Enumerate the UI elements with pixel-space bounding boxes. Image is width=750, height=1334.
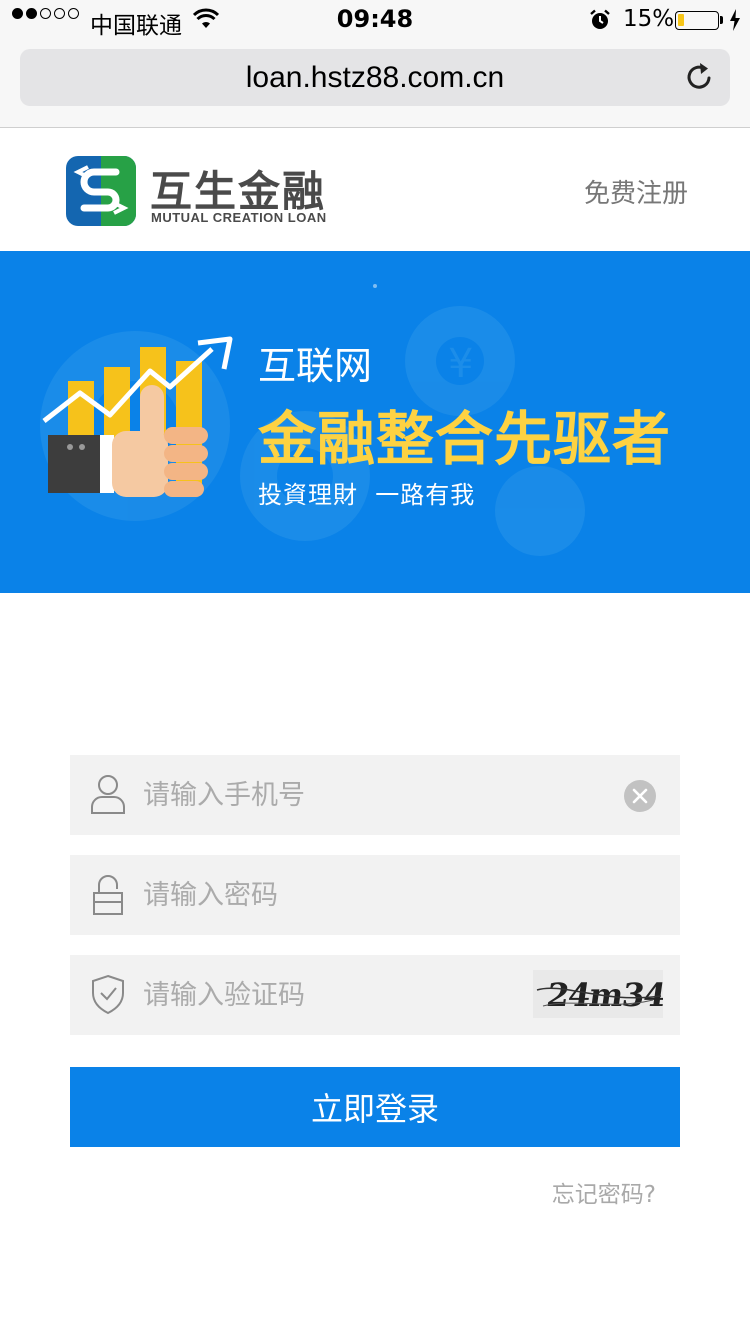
free-register-link[interactable]: 免费注册 [584,173,688,210]
lock-icon [90,873,126,921]
banner-headline: 金融整合先驱者 [258,405,672,473]
battery-tip [720,16,723,24]
brand-name-en: MUTUAL CREATION LOAN [151,210,327,225]
battery-icon [675,11,719,30]
url-text[interactable]: loan.hstz88.com.cn [20,61,730,95]
brand-logo-icon[interactable] [64,154,138,232]
captcha-image[interactable]: 24m34 [533,970,663,1018]
shield-icon [90,973,126,1019]
captcha-field: 24m34 [70,955,680,1035]
charging-bolt-icon [729,9,741,37]
banner-tagline: 投資理財 一路有我 [258,481,476,509]
password-field [70,855,680,935]
status-bar: 中国联通 09:48 15% [0,0,750,40]
forgot-password-link[interactable]: 忘记密码? [552,1175,656,1209]
clear-input-icon[interactable] [624,780,656,812]
reload-icon[interactable] [684,61,716,97]
login-button[interactable]: 立即登录 [70,1067,680,1147]
password-input[interactable] [143,855,603,935]
user-icon [90,773,126,819]
phone-field [70,755,680,835]
banner-line-1: 互联网 [258,344,373,388]
alarm-icon [589,9,611,37]
carousel-indicator[interactable] [373,284,377,288]
phone-input[interactable] [143,755,603,835]
svg-text:¥: ¥ [448,341,473,387]
thumbs-up-chart-icon [42,336,233,497]
captcha-noise-lines [536,987,662,1007]
browser-toolbar: loan.hstz88.com.cn [0,40,750,128]
battery-percent: 15% [623,6,675,32]
site-header: 互生金融 MUTUAL CREATION LOAN 免费注册 [0,129,750,251]
address-bar[interactable]: loan.hstz88.com.cn [20,49,730,106]
promo-banner[interactable]: ¥ 互联网 金融整合先驱者 投資理財 一路有我 [0,251,750,593]
